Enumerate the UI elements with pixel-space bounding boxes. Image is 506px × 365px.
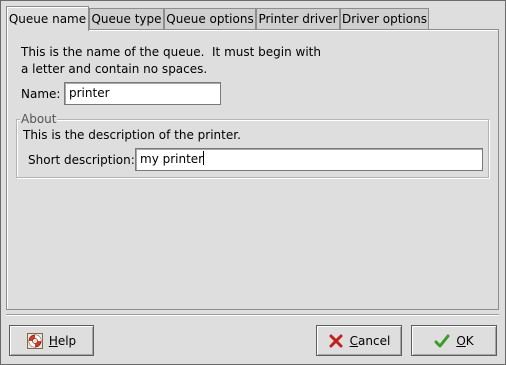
instructions-line: a letter and contain no spaces. (21, 62, 208, 76)
cancel-button[interactable]: Cancel (316, 325, 402, 356)
queue-name-instructions: This is the name of the queue. It must b… (21, 44, 321, 78)
tab-queue-options[interactable]: Queue options (164, 8, 256, 29)
tab-printer-driver[interactable]: Printer driver (256, 8, 340, 29)
ok-button[interactable]: OK (411, 325, 497, 356)
tab-label: Driver options (342, 12, 427, 26)
short-description-label: Short description: (28, 153, 135, 167)
instructions-line: This is the name of the queue. It must b… (21, 45, 321, 59)
tab-label: Printer driver (258, 12, 338, 26)
ok-label-rest: K (465, 333, 474, 348)
button-separator (6, 314, 499, 316)
cancel-button-label: Cancel (350, 334, 391, 348)
lifebuoy-icon (26, 332, 43, 349)
tab-queue-name[interactable]: Queue name (6, 6, 89, 31)
red-x-icon (328, 333, 344, 349)
help-mnemonic: H (48, 333, 58, 348)
help-button-label: Help (49, 334, 76, 348)
tab-label: Queue type (91, 12, 162, 26)
help-label-rest: elp (57, 333, 77, 348)
about-legend: About (20, 112, 58, 126)
text-cursor (203, 151, 205, 165)
ok-mnemonic: O (456, 333, 466, 348)
queue-name-input[interactable]: printer (64, 82, 221, 105)
cancel-mnemonic: C (349, 333, 359, 348)
green-checkmark-icon (434, 333, 450, 349)
ok-button-label: OK (456, 334, 473, 348)
name-label: Name: (21, 87, 61, 101)
cancel-label-rest: ancel (358, 333, 391, 348)
tab-queue-type[interactable]: Queue type (89, 8, 164, 29)
short-description-input[interactable]: my printer (135, 148, 483, 171)
help-button[interactable]: Help (9, 325, 94, 356)
tab-label: Queue options (166, 12, 254, 26)
tab-label: Queue name (8, 12, 87, 26)
short-description-value: my printer (140, 152, 204, 166)
tab-driver-options[interactable]: Driver options (340, 8, 429, 29)
about-description-text: This is the description of the printer. (23, 128, 241, 142)
